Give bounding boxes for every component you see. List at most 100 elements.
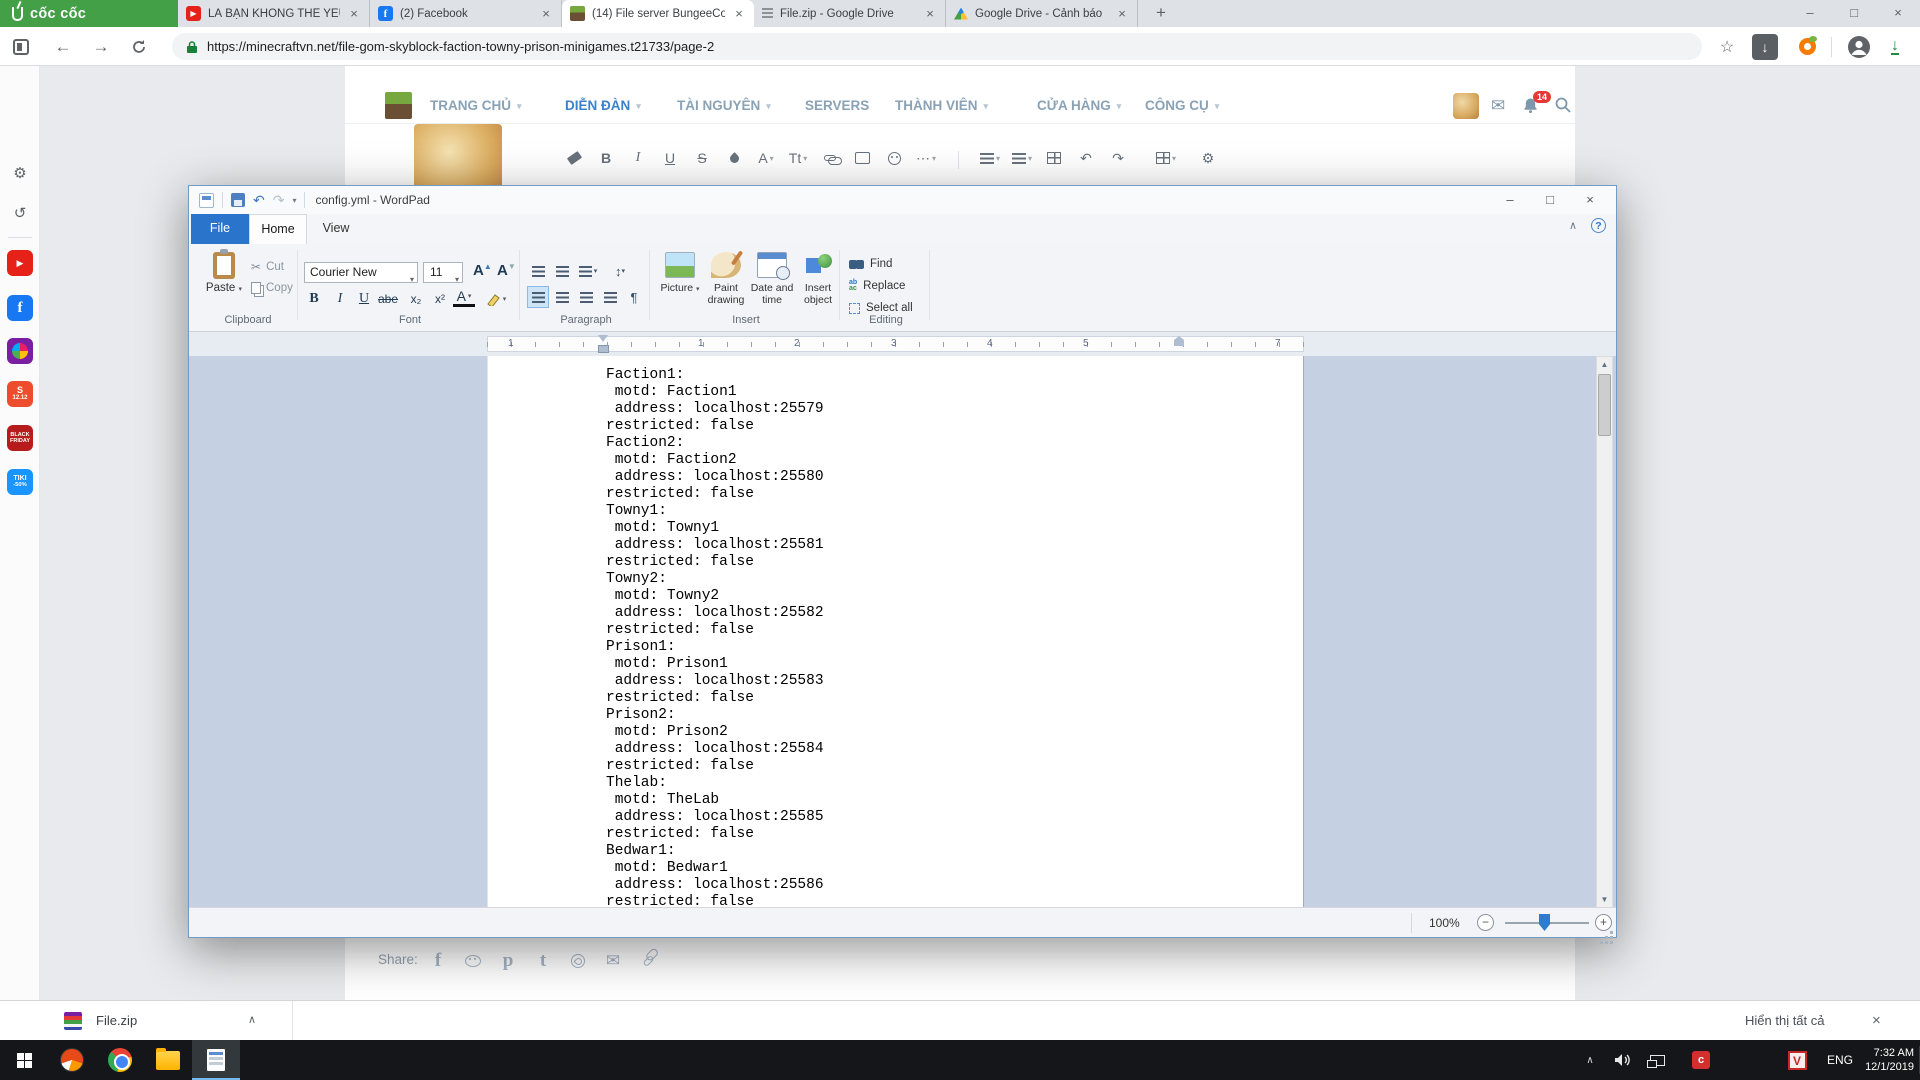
browser-tab[interactable]: File.zip - Google Drive × bbox=[754, 0, 946, 27]
forward-button[interactable]: → bbox=[86, 27, 116, 66]
shrink-font-button[interactable]: A▼ bbox=[497, 262, 516, 279]
cut-button[interactable]: ✂ Cut bbox=[251, 260, 284, 274]
wordpad-titlebar[interactable]: ↶ ↷ ▾ config.yml - WordPad – □ × bbox=[189, 186, 1616, 214]
wordpad-close-button[interactable]: × bbox=[1570, 186, 1610, 214]
minimize-button[interactable]: – bbox=[1788, 0, 1832, 27]
taskbar-explorer-button[interactable] bbox=[144, 1040, 192, 1080]
tab-close-icon[interactable]: × bbox=[539, 6, 553, 21]
editor-undo-icon[interactable]: ↶ bbox=[1072, 146, 1100, 170]
font-family-select[interactable]: Courier New▾ bbox=[304, 262, 418, 283]
strikethrough-button[interactable]: abe bbox=[377, 288, 399, 310]
profile-icon[interactable] bbox=[1842, 27, 1876, 66]
language-indicator[interactable]: ENG bbox=[1820, 1040, 1860, 1080]
downloaded-file-name[interactable]: File.zip bbox=[96, 1013, 137, 1028]
paste-button[interactable]: Paste ▾ bbox=[201, 250, 247, 312]
show-all-downloads-link[interactable]: Hiển thị tất cả bbox=[1745, 1013, 1825, 1028]
editor-image-icon[interactable] bbox=[848, 146, 876, 170]
editor-more-icon[interactable]: ⋯▾ bbox=[912, 146, 940, 170]
select-all-button[interactable]: Select all bbox=[849, 302, 913, 314]
editor-eraser-icon[interactable] bbox=[560, 146, 588, 170]
increase-indent-button[interactable] bbox=[551, 260, 573, 282]
editor-gear-icon[interactable]: ⚙ bbox=[1194, 146, 1222, 170]
sidebar-item-shopee[interactable]: S12.12 bbox=[7, 381, 33, 407]
sidebar-item-zingmp3[interactable] bbox=[7, 338, 33, 364]
reload-button[interactable] bbox=[124, 27, 154, 66]
taskbar-start-button[interactable] bbox=[0, 1040, 48, 1080]
vertical-scrollbar[interactable]: ▲ ▼ bbox=[1596, 356, 1613, 909]
align-left-button[interactable] bbox=[527, 286, 549, 308]
coccoc-update-tray-icon[interactable]: c bbox=[1686, 1040, 1716, 1080]
back-button[interactable]: ← bbox=[48, 27, 78, 66]
editor-text-size-icon[interactable]: Tt▾ bbox=[784, 146, 812, 170]
redo-icon[interactable]: ↷ bbox=[273, 192, 285, 209]
list-button[interactable]: ▾ bbox=[577, 260, 599, 282]
underline-button[interactable]: U bbox=[353, 288, 375, 310]
align-right-button[interactable] bbox=[575, 286, 597, 308]
decrease-indent-button[interactable] bbox=[527, 260, 549, 282]
replace-button[interactable]: abacReplace bbox=[849, 280, 905, 292]
sidebar-toggle-icon[interactable] bbox=[8, 27, 34, 66]
bold-button[interactable]: B bbox=[303, 288, 325, 310]
sidebar-item-youtube[interactable]: ▶ bbox=[7, 250, 33, 276]
undo-icon[interactable]: ↶ bbox=[253, 192, 265, 209]
new-tab-button[interactable]: + bbox=[1148, 2, 1174, 25]
zoom-out-button[interactable]: − bbox=[1477, 914, 1494, 931]
site-nav-6[interactable]: CÔNG CỤ▾ bbox=[1145, 98, 1219, 113]
editor-color-drop-icon[interactable] bbox=[720, 146, 748, 170]
vietkey-icon[interactable]: V bbox=[1782, 1040, 1812, 1080]
site-nav-5[interactable]: CỬA HÀNG▾ bbox=[1037, 98, 1121, 113]
extension-icon[interactable] bbox=[1792, 27, 1822, 66]
browser-tab[interactable]: ▶ LÀ BẠN KHÔNG THỂ YÊU × bbox=[178, 0, 370, 27]
address-bar[interactable]: https://minecraftvn.net/file-gom-skybloc… bbox=[172, 33, 1702, 60]
justify-button[interactable] bbox=[599, 286, 621, 308]
find-button[interactable]: Find bbox=[849, 258, 892, 270]
site-nav-4[interactable]: THÀNH VIÊN▾ bbox=[895, 98, 988, 113]
editor-emoji-icon[interactable] bbox=[880, 146, 908, 170]
share-tumblr-icon[interactable]: t bbox=[530, 948, 556, 974]
resize-grip[interactable] bbox=[1610, 931, 1613, 934]
browser-tab[interactable]: Google Drive - Cảnh báo × bbox=[946, 0, 1138, 27]
grow-font-button[interactable]: A▲ bbox=[473, 262, 492, 279]
paint-drawing-button[interactable]: Paint drawing bbox=[703, 252, 749, 306]
sidebar-item-settings[interactable]: ⚙ bbox=[7, 160, 33, 186]
editor-link-icon[interactable] bbox=[816, 146, 844, 170]
network-icon[interactable] bbox=[1642, 1040, 1672, 1080]
tab-close-icon[interactable]: × bbox=[347, 6, 361, 21]
share-link-icon[interactable] bbox=[635, 948, 661, 974]
editor-align-icon[interactable]: ▾ bbox=[976, 146, 1004, 170]
download-bar-close-icon[interactable]: × bbox=[1872, 1012, 1881, 1029]
font-color-button[interactable]: A▾ bbox=[453, 288, 475, 307]
site-logo[interactable] bbox=[385, 92, 412, 119]
wordpad-maximize-button[interactable]: □ bbox=[1530, 186, 1570, 214]
font-size-select[interactable]: 11▾ bbox=[423, 262, 463, 283]
download-button[interactable]: ↓ bbox=[1748, 27, 1782, 66]
maximize-button[interactable]: □ bbox=[1832, 0, 1876, 27]
editor-insert-box-icon[interactable]: ▾ bbox=[1152, 146, 1180, 170]
taskbar-wordpad-button[interactable] bbox=[192, 1040, 240, 1080]
editor-list-icon[interactable]: ▾ bbox=[1008, 146, 1036, 170]
tray-expand-icon[interactable]: ∧ bbox=[1578, 1040, 1602, 1080]
tab-close-icon[interactable]: × bbox=[732, 6, 746, 21]
share-pinterest-icon[interactable]: p bbox=[495, 948, 521, 974]
save-icon[interactable] bbox=[231, 193, 245, 207]
editor-font-color-icon[interactable]: A▾ bbox=[752, 146, 780, 170]
taskbar-chrome-button[interactable] bbox=[96, 1040, 144, 1080]
bookmark-star-icon[interactable]: ☆ bbox=[1712, 27, 1742, 66]
editor-strikethrough-icon[interactable]: S bbox=[688, 146, 716, 170]
sidebar-item-tiki[interactable]: TIKI-50% bbox=[7, 469, 33, 495]
ribbon-tab-view[interactable]: View bbox=[307, 214, 365, 244]
editor-redo-icon[interactable]: ↷ bbox=[1104, 146, 1132, 170]
align-center-button[interactable] bbox=[551, 286, 573, 308]
insert-object-button[interactable]: Insert object bbox=[795, 252, 841, 306]
ribbon-tab-home[interactable]: Home bbox=[249, 214, 307, 244]
zoom-in-button[interactable]: + bbox=[1595, 914, 1612, 931]
site-nav-3[interactable]: SERVERS bbox=[805, 98, 869, 113]
editor-table-icon[interactable] bbox=[1040, 146, 1068, 170]
scrollbar-thumb[interactable] bbox=[1598, 374, 1611, 436]
indent-marker[interactable] bbox=[598, 335, 608, 353]
ribbon-tab-file[interactable]: File bbox=[191, 214, 249, 244]
mail-icon[interactable]: ✉ bbox=[1491, 96, 1505, 116]
picture-button[interactable]: Picture ▾ bbox=[657, 252, 703, 296]
editor-italic-icon[interactable]: I bbox=[624, 146, 652, 170]
volume-icon[interactable] bbox=[1608, 1040, 1638, 1080]
